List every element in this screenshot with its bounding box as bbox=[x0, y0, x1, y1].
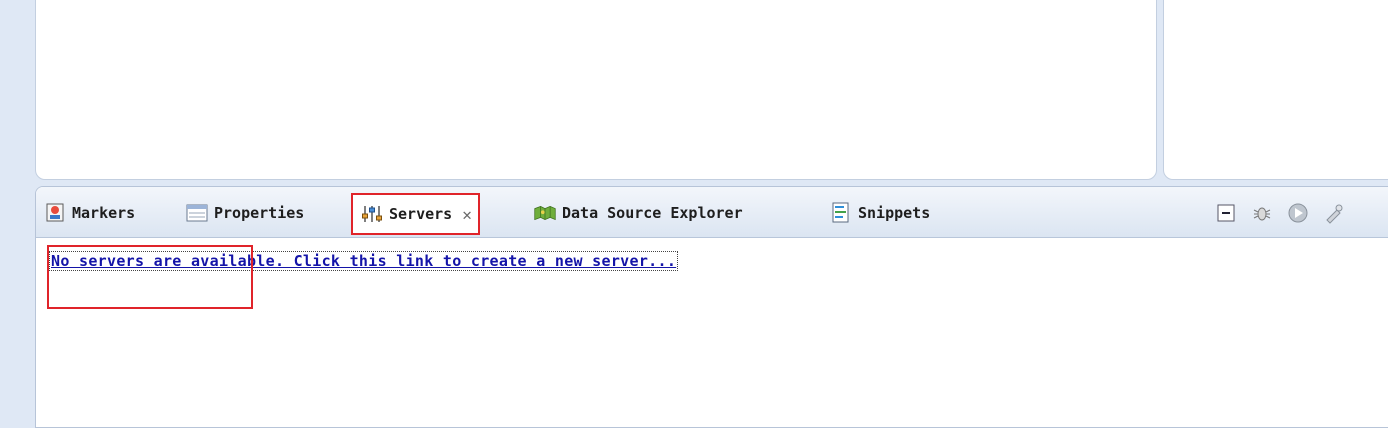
tab-properties[interactable]: Properties bbox=[186, 195, 304, 231]
tab-label: Snippets bbox=[858, 204, 931, 222]
debug-icon[interactable] bbox=[1250, 201, 1274, 225]
servers-view-content: No servers are available. Click this lin… bbox=[36, 238, 1388, 427]
publish-icon[interactable] bbox=[1322, 201, 1346, 225]
view-toolbar bbox=[1214, 201, 1346, 225]
tab-markers[interactable]: Markers bbox=[44, 195, 135, 231]
tab-label: Data Source Explorer bbox=[562, 204, 743, 222]
create-new-server-link[interactable]: No servers are available. Click this lin… bbox=[48, 251, 679, 271]
tab-label: Servers bbox=[389, 205, 453, 223]
tab-servers[interactable]: Servers ✕ bbox=[351, 193, 480, 235]
data-source-explorer-icon bbox=[534, 202, 556, 224]
editor-pane-right bbox=[1163, 0, 1388, 180]
tab-label: Markers bbox=[72, 204, 136, 222]
editor-pane-left bbox=[35, 0, 1157, 180]
view-tab-bar: Markers Properties Servers ✕ Data Source… bbox=[36, 187, 1388, 238]
tab-snippets[interactable]: Snippets bbox=[830, 195, 930, 231]
snippets-icon bbox=[830, 202, 852, 224]
start-icon[interactable] bbox=[1286, 201, 1310, 225]
properties-icon bbox=[186, 202, 208, 224]
markers-icon bbox=[44, 202, 66, 224]
tab-label: Properties bbox=[214, 204, 305, 222]
close-icon[interactable]: ✕ bbox=[462, 205, 472, 224]
collapse-icon[interactable] bbox=[1214, 201, 1238, 225]
tab-data-source-explorer[interactable]: Data Source Explorer bbox=[534, 195, 743, 231]
servers-icon bbox=[361, 203, 383, 225]
servers-view-panel: Markers Properties Servers ✕ Data Source… bbox=[35, 186, 1388, 428]
